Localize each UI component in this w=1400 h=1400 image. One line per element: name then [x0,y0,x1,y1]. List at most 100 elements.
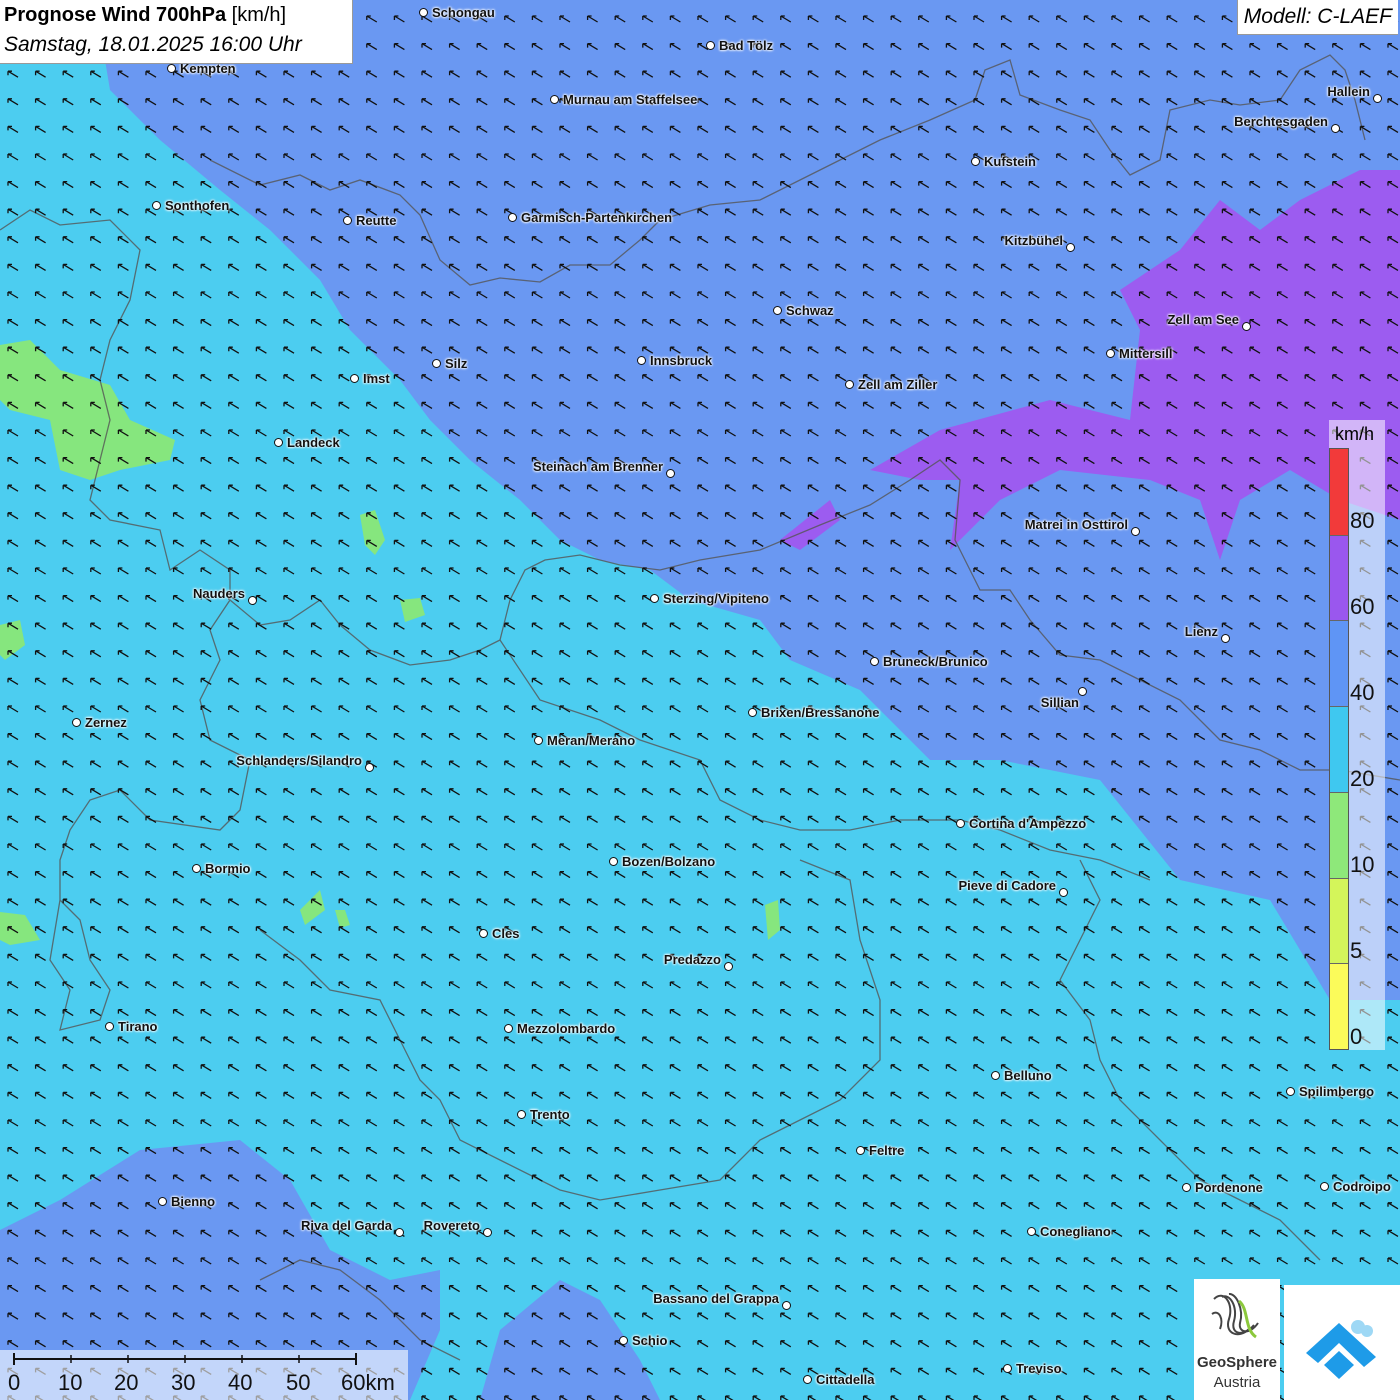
city-dot[interactable] [350,374,359,383]
city-dot[interactable] [1182,1183,1191,1192]
wind-arrow [504,650,516,658]
city-dot[interactable] [650,594,659,603]
wind-arrow [366,1119,378,1127]
wind-arrow [1056,1340,1068,1348]
wind-arrow [724,926,736,934]
city-dot[interactable] [1286,1087,1295,1096]
city-dot[interactable] [803,1375,812,1384]
city-dot[interactable] [248,596,257,605]
city-dot[interactable] [550,95,559,104]
city-dot[interactable] [274,438,283,447]
city-dot[interactable] [619,1336,628,1345]
city-dot[interactable] [856,1146,865,1155]
wind-arrow [172,981,184,989]
city-dot[interactable] [1373,94,1382,103]
wind-arrow [835,1312,847,1320]
wind-arrow [559,1202,571,1210]
wind-arrow [117,843,129,851]
city-dot[interactable] [706,41,715,50]
wind-arrow [586,1064,598,1072]
wind-arrow [172,429,184,437]
wind-arrow [697,1064,709,1072]
wind-arrow [228,1091,240,1099]
city-dot[interactable] [152,201,161,210]
city-dot[interactable] [782,1301,791,1310]
wind-arrow [34,153,46,161]
city-dot[interactable] [724,962,733,971]
city-dot[interactable] [845,380,854,389]
city-dot[interactable] [508,213,517,222]
city-dot[interactable] [1320,1182,1329,1191]
wind-arrow [835,1146,847,1155]
wind-arrow [338,429,350,437]
city-dot[interactable] [167,64,176,73]
city-dot[interactable] [504,1024,513,1033]
city-dot[interactable] [1078,687,1087,696]
wind-arrow [7,760,19,768]
wind-arrow [1138,981,1150,989]
city-dot[interactable] [534,736,543,745]
wind-arrow [172,539,184,547]
city-dot[interactable] [991,1071,1000,1080]
geosphere-logo[interactable]: GeoSphere Austria [1194,1279,1280,1400]
wind-arrow [7,1174,19,1182]
wind-arrow [310,346,322,354]
city-dot[interactable] [1066,243,1075,252]
city-dot[interactable] [343,216,352,225]
city-dot[interactable] [666,469,675,478]
wind-arrow [228,512,240,520]
wind-arrow [1166,1257,1178,1265]
city-dot[interactable] [1331,124,1340,133]
city-dot[interactable] [72,718,81,727]
wind-map[interactable]: Schongau Bad Tölz Kempten Murnau am Staffel… [0,0,1400,1400]
city-dot[interactable] [870,657,879,666]
city-dot[interactable] [1242,322,1251,331]
city-dot[interactable] [192,864,201,873]
wind-arrow [642,677,654,685]
city-dot[interactable] [1003,1364,1012,1373]
wind-arrow [448,1008,460,1017]
wind-arrow [200,1008,212,1017]
wind-arrow [1000,953,1012,961]
wind-arrow [1028,926,1040,934]
city-dot[interactable] [1221,634,1230,643]
city-dot[interactable] [1106,349,1115,358]
city-dot[interactable] [419,8,428,17]
city-dot[interactable] [365,763,374,772]
wind-arrow [172,401,184,409]
wind-arrow [531,567,543,575]
wind-arrow [697,815,709,823]
city-dot[interactable] [773,306,782,315]
wind-arrow [835,1202,847,1210]
city-dot[interactable] [483,1228,492,1237]
wind-arrow [1056,1257,1068,1265]
city-dot[interactable] [1059,888,1068,897]
wind-arrow [1276,1174,1288,1182]
city-dot[interactable] [609,857,618,866]
city-dot[interactable] [956,819,965,828]
wind-arrow [338,705,350,713]
city-dot[interactable] [432,359,441,368]
wind-arrow [697,1229,709,1237]
city-dot[interactable] [517,1110,526,1119]
city-dot[interactable] [748,708,757,717]
city-dot[interactable] [479,929,488,938]
city-dot[interactable] [158,1197,167,1206]
city-dot[interactable] [395,1228,404,1237]
wind-arrow [366,1174,378,1182]
wind-arrow [724,760,736,768]
weather-app-logo[interactable] [1284,1285,1400,1400]
legend-swatch [1330,706,1348,793]
city-dot[interactable] [971,157,980,166]
city-dot[interactable] [1027,1227,1036,1236]
wind-arrow [918,1284,930,1293]
city-label: Cittadella [816,1372,875,1387]
wind-arrow [283,953,295,961]
city-dot[interactable] [105,1022,114,1031]
wind-arrow [1111,926,1123,934]
wind-arrow [614,953,626,961]
wind-arrow [1000,1395,1010,1400]
city-dot[interactable] [1131,527,1140,536]
wind-arrow [504,981,516,989]
city-dot[interactable] [637,356,646,365]
